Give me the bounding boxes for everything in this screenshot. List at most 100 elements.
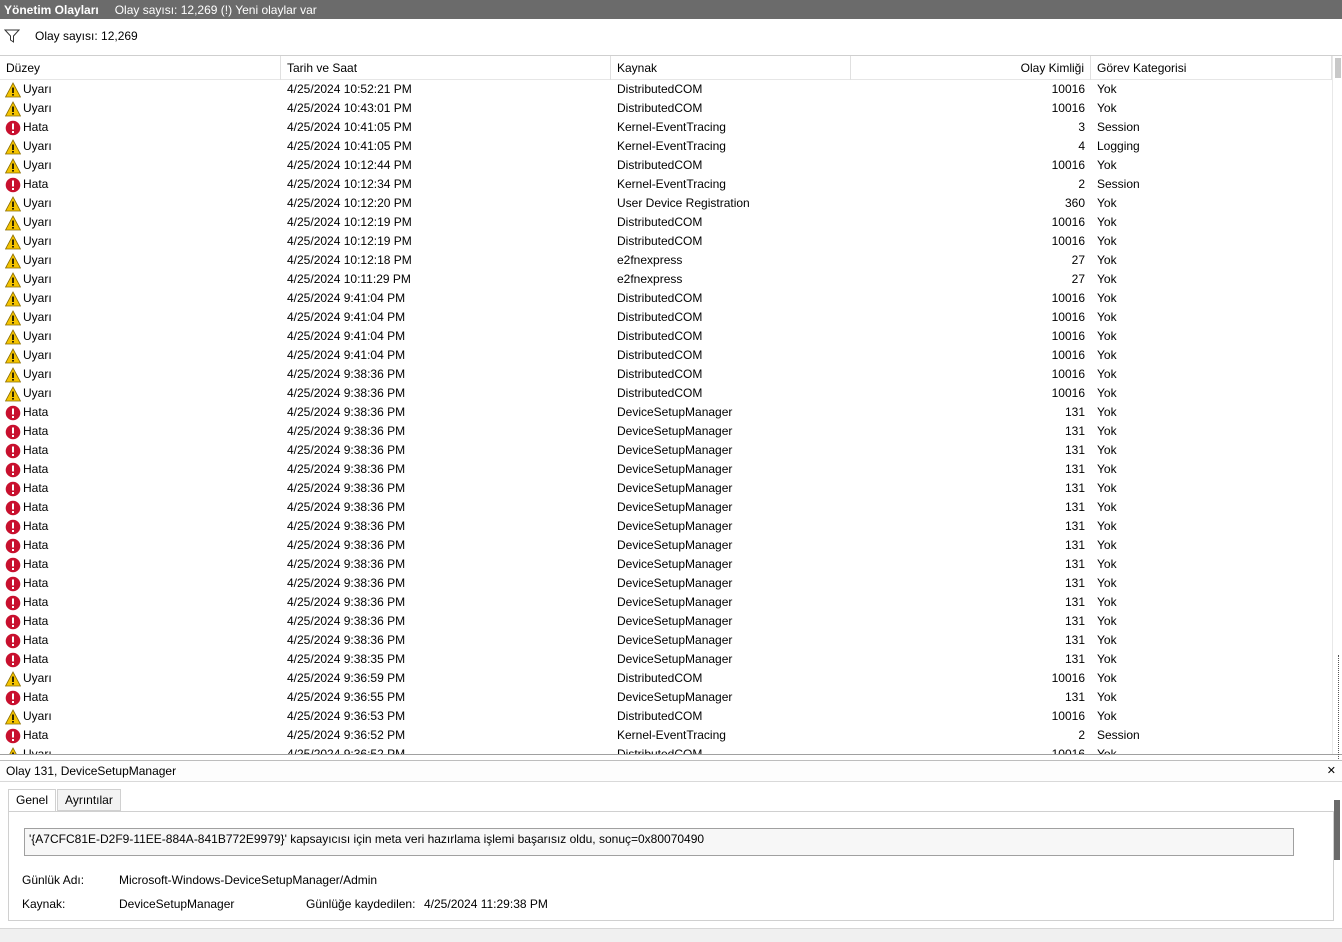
- warning-icon: [5, 271, 23, 288]
- warning-icon: [5, 157, 23, 174]
- level-text: Hata: [23, 481, 49, 495]
- table-row[interactable]: Hata 4/25/2024 9:38:36 PM DeviceSetupManag…: [0, 555, 1332, 574]
- table-row[interactable]: Hata 4/25/2024 10:41:05 PM Kernel-EventTra…: [0, 118, 1332, 137]
- event-id-cell: 131: [1064, 443, 1085, 457]
- events-list[interactable]: Düzey Tarih ve Saat Kaynak Olay Kimliği …: [0, 55, 1342, 755]
- table-row[interactable]: Hata 4/25/2024 9:38:36 PM DeviceSetupManag…: [0, 441, 1332, 460]
- datetime-cell: 4/25/2024 10:41:05 PM: [287, 120, 412, 134]
- tab-details[interactable]: Ayrıntılar: [57, 789, 121, 811]
- table-row[interactable]: Uyarı 4/25/2024 9:41:04 PM DistributedCOM 1…: [0, 289, 1332, 308]
- detail-header: Olay 131, DeviceSetupManager ✕: [0, 760, 1342, 782]
- level-text: Hata: [23, 557, 49, 571]
- table-row[interactable]: Uyarı 4/25/2024 10:41:05 PM Kernel-EventTr…: [0, 137, 1332, 156]
- level-text: Hata: [23, 633, 49, 647]
- event-id-cell: 10016: [1051, 310, 1085, 324]
- error-icon: [5, 443, 23, 459]
- table-row[interactable]: Hata 4/25/2024 9:36:52 PM Kernel-EventTrac…: [0, 726, 1332, 745]
- detail-scrollbar-thumb[interactable]: [1334, 800, 1340, 860]
- error-icon: [5, 462, 23, 478]
- column-header-event-id[interactable]: Olay Kimliği: [851, 56, 1091, 80]
- scrollbar-thumb[interactable]: [1335, 58, 1341, 78]
- table-row[interactable]: Uyarı 4/25/2024 9:36:53 PM DistributedCOM 1…: [0, 707, 1332, 726]
- table-row[interactable]: Uyarı 4/25/2024 9:36:52 PM DistributedCOM 1…: [0, 745, 1332, 754]
- table-row[interactable]: Uyarı 4/25/2024 9:38:36 PM DistributedCOM 1…: [0, 365, 1332, 384]
- task-category-cell: Yok: [1097, 234, 1117, 248]
- table-row[interactable]: Uyarı 4/25/2024 10:11:29 PM e2fnexpress 27 Y…: [0, 270, 1332, 289]
- table-row[interactable]: Uyarı 4/25/2024 10:12:44 PM DistributedCOM…: [0, 156, 1332, 175]
- table-row[interactable]: Uyarı 4/25/2024 10:12:19 PM DistributedCOM…: [0, 213, 1332, 232]
- funnel-icon[interactable]: [4, 29, 20, 43]
- table-row[interactable]: Hata 4/25/2024 9:38:36 PM DeviceSetupManag…: [0, 612, 1332, 631]
- error-icon: [5, 538, 23, 554]
- event-id-cell: 131: [1064, 690, 1085, 704]
- datetime-cell: 4/25/2024 9:38:35 PM: [287, 652, 406, 666]
- table-row[interactable]: Uyarı 4/25/2024 9:36:59 PM DistributedCOM 1…: [0, 669, 1332, 688]
- event-id-cell: 10016: [1051, 291, 1085, 305]
- level-cell: Uyarı: [5, 384, 275, 403]
- source-cell: DeviceSetupManager: [617, 633, 733, 647]
- level-text: Hata: [23, 120, 49, 134]
- event-id-cell: 10016: [1051, 367, 1085, 381]
- table-row[interactable]: Hata 4/25/2024 9:36:55 PM DeviceSetupManag…: [0, 688, 1332, 707]
- level-text: Hata: [23, 519, 49, 533]
- table-row[interactable]: Hata 4/25/2024 9:38:36 PM DeviceSetupManag…: [0, 593, 1332, 612]
- source-cell: DeviceSetupManager: [617, 443, 733, 457]
- table-row[interactable]: Uyarı 4/25/2024 10:52:21 PM DistributedCOM…: [0, 80, 1332, 99]
- task-category-cell: Yok: [1097, 462, 1117, 476]
- source-cell: DistributedCOM: [617, 329, 703, 343]
- datetime-cell: 4/25/2024 9:38:36 PM: [287, 614, 406, 628]
- table-row[interactable]: Uyarı 4/25/2024 9:38:36 PM DistributedCOM 1…: [0, 384, 1332, 403]
- error-icon: [5, 633, 23, 649]
- event-id-cell: 2: [1078, 728, 1085, 742]
- table-row[interactable]: Hata 4/25/2024 9:38:36 PM DeviceSetupManag…: [0, 460, 1332, 479]
- column-header-level[interactable]: Düzey: [0, 56, 281, 80]
- table-row[interactable]: Hata 4/25/2024 9:38:36 PM DeviceSetupManag…: [0, 403, 1332, 422]
- table-row[interactable]: Hata 4/25/2024 9:38:36 PM DeviceSetupManag…: [0, 517, 1332, 536]
- table-row[interactable]: Hata 4/25/2024 10:12:34 PM Kernel-EventTra…: [0, 175, 1332, 194]
- splitter-edge[interactable]: [1338, 655, 1342, 765]
- table-row[interactable]: Hata 4/25/2024 9:38:36 PM DeviceSetupManag…: [0, 631, 1332, 650]
- level-text: Hata: [23, 405, 49, 419]
- datetime-cell: 4/25/2024 10:12:20 PM: [287, 196, 412, 210]
- table-row[interactable]: Hata 4/25/2024 9:38:36 PM DeviceSetupManag…: [0, 479, 1332, 498]
- table-row[interactable]: Hata 4/25/2024 9:38:36 PM DeviceSetupManag…: [0, 498, 1332, 517]
- event-id-cell: 131: [1064, 424, 1085, 438]
- level-text: Uyarı: [23, 253, 52, 267]
- level-cell: Uyarı: [5, 289, 275, 308]
- warning-icon: [5, 366, 23, 383]
- column-header-task-category[interactable]: Görev Kategorisi: [1091, 56, 1332, 80]
- level-cell: Hata: [5, 441, 275, 460]
- datetime-cell: 4/25/2024 9:41:04 PM: [287, 348, 406, 362]
- table-row[interactable]: Hata 4/25/2024 9:38:35 PM DeviceSetupManag…: [0, 650, 1332, 669]
- tab-general[interactable]: Genel: [8, 789, 57, 812]
- table-row[interactable]: Uyarı 4/25/2024 9:41:04 PM DistributedCOM 1…: [0, 346, 1332, 365]
- table-row[interactable]: Hata 4/25/2024 9:38:36 PM DeviceSetupManag…: [0, 574, 1332, 593]
- table-row[interactable]: Hata 4/25/2024 9:38:36 PM DeviceSetupManag…: [0, 536, 1332, 555]
- table-row[interactable]: Uyarı 4/25/2024 9:41:04 PM DistributedCOM 1…: [0, 327, 1332, 346]
- level-text: Uyarı: [23, 215, 52, 229]
- table-row[interactable]: Uyarı 4/25/2024 9:41:04 PM DistributedCOM 1…: [0, 308, 1332, 327]
- datetime-cell: 4/25/2024 9:36:52 PM: [287, 728, 406, 742]
- column-header-datetime[interactable]: Tarih ve Saat: [281, 56, 611, 80]
- vertical-scrollbar[interactable]: [1332, 56, 1342, 754]
- table-row[interactable]: Uyarı 4/25/2024 10:43:01 PM DistributedCOM…: [0, 99, 1332, 118]
- task-category-cell: Yok: [1097, 538, 1117, 552]
- column-header-source[interactable]: Kaynak: [611, 56, 851, 80]
- warning-icon: [5, 233, 23, 250]
- source-cell: DeviceSetupManager: [617, 424, 733, 438]
- table-row[interactable]: Uyarı 4/25/2024 10:12:19 PM DistributedCOM…: [0, 232, 1332, 251]
- event-message-box[interactable]: '{A7CFC81E-D2F9-11EE-884A-841B772E9979}'…: [24, 828, 1294, 856]
- level-text: Uyarı: [23, 291, 52, 305]
- task-category-cell: Logging: [1097, 139, 1140, 153]
- level-cell: Uyarı: [5, 707, 275, 726]
- level-cell: Hata: [5, 498, 275, 517]
- level-cell: Uyarı: [5, 80, 275, 99]
- table-row[interactable]: Uyarı 4/25/2024 10:12:20 PM User Device Re…: [0, 194, 1332, 213]
- table-row[interactable]: Uyarı 4/25/2024 10:12:18 PM e2fnexpress 27 Y…: [0, 251, 1332, 270]
- datetime-cell: 4/25/2024 10:43:01 PM: [287, 101, 412, 115]
- source-cell: Kernel-EventTracing: [617, 177, 726, 191]
- task-category-cell: Yok: [1097, 253, 1117, 267]
- table-row[interactable]: Hata 4/25/2024 9:38:36 PM DeviceSetupManag…: [0, 422, 1332, 441]
- warning-icon: [5, 252, 23, 269]
- close-icon[interactable]: ✕: [1327, 764, 1336, 777]
